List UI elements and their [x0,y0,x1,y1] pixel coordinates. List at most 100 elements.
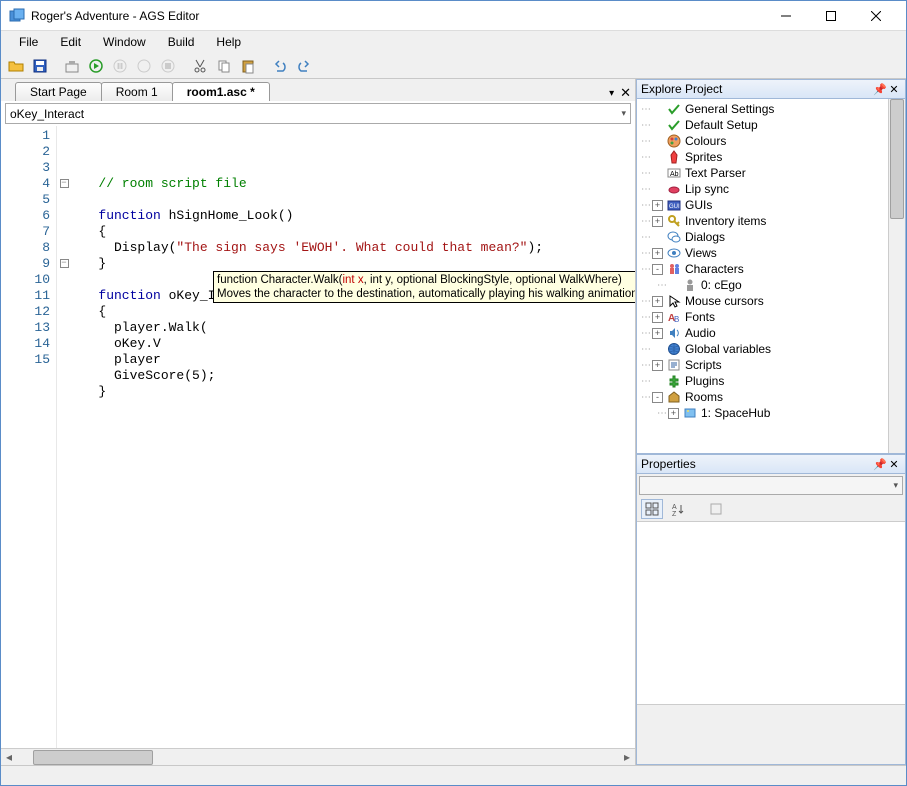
build-button[interactable] [61,55,83,77]
tab-room1[interactable]: Room 1 [101,82,173,101]
tab-room1-asc[interactable]: room1.asc * [172,82,270,101]
font-icon: AB [666,309,682,325]
tree-item[interactable]: ⋯+ABFonts [637,309,905,325]
tree-item-label: GUIs [685,198,712,212]
menu-help[interactable]: Help [206,33,251,51]
maximize-button[interactable] [808,2,853,30]
member-combo[interactable]: oKey_Interact ▾ [5,103,631,124]
tree-item-label: Audio [685,326,716,340]
horizontal-scrollbar[interactable]: ◂ ▸ [1,748,635,765]
pin-icon[interactable]: 📌 [873,83,887,96]
properties-object-combo[interactable]: ▾ [639,476,903,495]
cut-button[interactable] [189,55,211,77]
properties-toolbar: AZ [637,497,905,521]
redo-button[interactable] [293,55,315,77]
tab-close-button[interactable]: ✕ [620,85,631,101]
tree-item-label: Default Setup [685,118,758,132]
room-icon [682,405,698,421]
sprite-icon [666,149,682,165]
calltip-desc: Moves the character to the destination, … [217,287,635,301]
tree-item-label: Characters [685,262,744,276]
tree-item[interactable]: ⋯+1: SpaceHub [637,405,905,421]
svg-text:A: A [672,504,677,511]
paste-button[interactable] [237,55,259,77]
tree-item-label: Views [685,246,717,260]
minimize-button[interactable] [763,2,808,30]
fold-gutter[interactable]: −− [57,126,71,748]
tree-item[interactable]: ⋯Global variables [637,341,905,357]
menu-file[interactable]: File [9,33,48,51]
chevron-down-icon: ▾ [893,480,898,491]
tab-menu-dropdown[interactable]: ▾ [609,88,614,99]
properties-header[interactable]: Properties 📌 ✕ [636,454,906,474]
open-button[interactable] [5,55,27,77]
tree-item[interactable]: ⋯+Scripts [637,357,905,373]
lips-icon [666,181,682,197]
tree-item[interactable]: ⋯Sprites [637,149,905,165]
hscroll-thumb[interactable] [33,750,153,765]
project-tree[interactable]: ⋯General Settings⋯Default Setup⋯Colours⋯… [636,99,906,454]
alphabetical-button[interactable]: AZ [667,499,689,519]
menu-edit[interactable]: Edit [50,33,91,51]
save-button[interactable] [29,55,51,77]
tree-item[interactable]: ⋯+Views [637,245,905,261]
tree-item[interactable]: ⋯Lip sync [637,181,905,197]
vscroll-thumb[interactable] [890,99,904,219]
svg-text:B: B [674,315,679,324]
code-editor[interactable]: 123456789101112131415 −− // room script … [1,126,635,748]
audio-icon [666,325,682,341]
tree-item-label: Lip sync [685,182,729,196]
events-button[interactable] [705,499,727,519]
pause-button [109,55,131,77]
tree-item[interactable]: ⋯+Audio [637,325,905,341]
tree-item[interactable]: ⋯+Mouse cursors [637,293,905,309]
step-button [133,55,155,77]
stop-button [157,55,179,77]
categorized-button[interactable] [641,499,663,519]
menu-window[interactable]: Window [93,33,156,51]
menu-build[interactable]: Build [158,33,205,51]
tree-item[interactable]: ⋯Dialogs [637,229,905,245]
tree-item[interactable]: ⋯Colours [637,133,905,149]
undo-button[interactable] [269,55,291,77]
tree-item[interactable]: ⋯Plugins [637,373,905,389]
tree-item[interactable]: ⋯AbText Parser [637,165,905,181]
copy-button[interactable] [213,55,235,77]
tree-item-label: 0: cEgo [701,278,742,292]
tab-start-page[interactable]: Start Page [15,82,102,101]
tree-item[interactable]: ⋯+Inventory items [637,213,905,229]
calltip-tooltip: function Character.Walk(int x, int y, op… [213,271,635,303]
properties-grid[interactable] [637,521,905,704]
run-button[interactable] [85,55,107,77]
chars-icon [666,261,682,277]
plugin-icon [666,373,682,389]
vertical-scrollbar[interactable] [888,99,905,453]
code-area[interactable]: // room script file function hSignHome_L… [71,126,635,748]
close-button[interactable] [853,2,898,30]
tree-item[interactable]: ⋯Default Setup [637,117,905,133]
explore-project-header[interactable]: Explore Project 📌 ✕ [636,79,906,99]
tree-item[interactable]: ⋯General Settings [637,101,905,117]
document-tabs: Start Page Room 1 room1.asc * ▾ ✕ [1,79,635,101]
panel-close-icon[interactable]: ✕ [887,458,901,471]
tree-item-label: Mouse cursors [685,294,764,308]
app-icon [9,8,25,24]
tree-item[interactable]: ⋯-Rooms [637,389,905,405]
tree-item[interactable]: ⋯+GUIGUIs [637,197,905,213]
svg-text:Ab: Ab [670,171,679,178]
tree-item-label: Scripts [685,358,722,372]
pin-icon[interactable]: 📌 [873,458,887,471]
tree-item[interactable]: ⋯-Characters [637,261,905,277]
ab-icon: Ab [666,165,682,181]
explore-project-title: Explore Project [641,82,722,96]
script-icon [666,357,682,373]
tree-item-label: Dialogs [685,230,725,244]
properties-title: Properties [641,457,696,471]
status-bar [1,765,906,785]
tree-item-label: Fonts [685,310,715,324]
tree-item-label: Colours [685,134,726,148]
menu-bar: File Edit Window Build Help [1,31,906,53]
tree-item[interactable]: ⋯0: cEgo [637,277,905,293]
rooms-icon [666,389,682,405]
panel-close-icon[interactable]: ✕ [887,83,901,96]
